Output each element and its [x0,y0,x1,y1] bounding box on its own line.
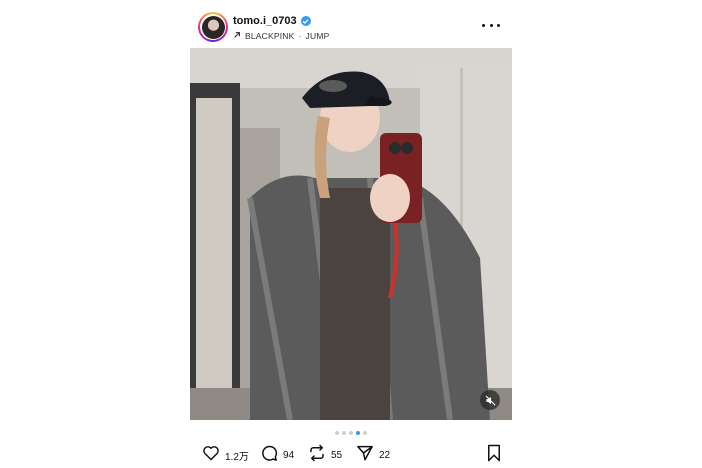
comment-count: 94 [283,449,295,461]
mute-icon[interactable] [480,390,500,410]
more-dot [497,23,500,27]
music-title: JUMP [305,31,330,41]
share-icon [356,444,374,467]
like-button[interactable]: 1.2万 [202,445,249,465]
avatar[interactable] [198,12,228,42]
repost-count: 55 [331,449,343,461]
carousel-dot-active [356,431,360,435]
repost-icon [308,444,326,467]
mirror-selfie-image [190,48,512,420]
comment-button[interactable]: 94 [260,445,294,465]
username[interactable]: tomo.i_0703 [233,15,297,27]
carousel-dot [363,431,367,435]
like-count: 1.2万 [225,451,249,463]
username-row: tomo.i_0703 [233,14,311,28]
action-bar: 1.2万 94 55 22 [202,444,502,467]
avatar-photo [201,15,225,39]
more-dot [482,23,485,27]
music-link[interactable]: BLACKPINK · JUMP [233,30,330,42]
carousel-dot [335,431,339,435]
instagram-post: tomo.i_0703 BLACKPINK · JUMP 1.2万 94 55 … [190,0,512,468]
carousel-indicator [190,431,512,437]
carousel-dot [342,431,346,435]
bookmark-icon [486,444,502,467]
music-artist: BLACKPINK [245,31,295,41]
share-count: 22 [379,449,391,461]
more-icon[interactable] [482,18,500,32]
heart-icon [202,445,220,466]
repost-button[interactable]: 55 [308,444,343,467]
post-photo[interactable] [190,48,512,420]
avatar-ring [200,14,226,40]
comment-icon [260,444,278,467]
music-separator: · [298,31,302,41]
carousel-dot [349,431,353,435]
bookmark-button[interactable] [486,444,502,467]
share-button[interactable]: 22 [356,445,390,465]
verified-icon [300,16,311,26]
more-dot [489,23,493,27]
arrow-up-right-icon [233,31,241,41]
post-header: tomo.i_0703 BLACKPINK · JUMP [190,8,512,46]
